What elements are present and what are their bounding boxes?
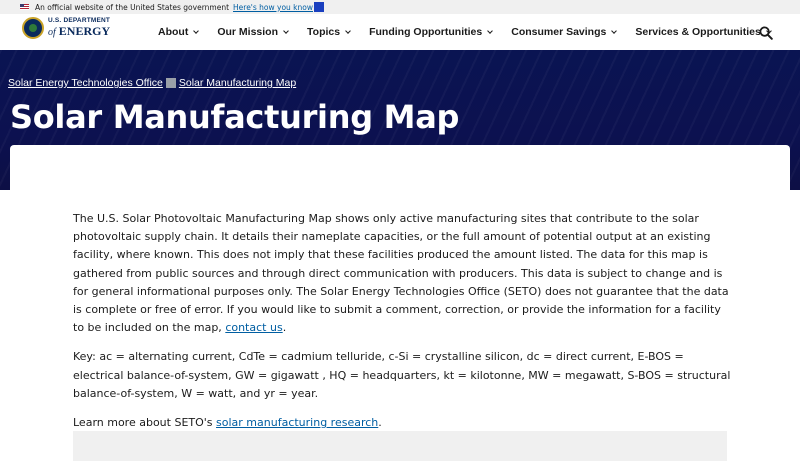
chevron-down-icon bbox=[487, 27, 494, 34]
nav-item-our-mission[interactable]: Our Mission bbox=[217, 26, 289, 38]
main-content: The U.S. Solar Photovoltaic Manufacturin… bbox=[73, 210, 733, 443]
search-icon bbox=[759, 26, 773, 40]
main-nav: About Our Mission Topics Funding Opportu… bbox=[158, 14, 790, 50]
gov-banner: An official website of the United States… bbox=[0, 0, 800, 14]
heres-how-you-know-link[interactable]: Here's how you know bbox=[233, 3, 313, 12]
search-button[interactable] bbox=[759, 25, 773, 40]
nav-item-services-opportunities[interactable]: Services & Opportunities bbox=[635, 26, 772, 38]
contact-us-link[interactable]: contact us bbox=[225, 321, 282, 334]
page-title: Solar Manufacturing Map bbox=[10, 98, 460, 136]
chevron-down-icon bbox=[611, 27, 618, 34]
key-paragraph: Key: ac = alternating current, CdTe = ca… bbox=[73, 350, 731, 400]
learn-more-end: . bbox=[378, 416, 382, 430]
expand-icon[interactable] bbox=[314, 2, 324, 12]
logo-energy: ENERGY bbox=[58, 23, 111, 38]
logo-of: of bbox=[48, 26, 56, 38]
logo-text: U.S. DEPARTMENT of ENERGY bbox=[48, 18, 110, 38]
breadcrumb-link-current[interactable]: Solar Manufacturing Map bbox=[179, 77, 296, 89]
intro-paragraph: The U.S. Solar Photovoltaic Manufacturin… bbox=[73, 210, 733, 337]
nav-item-label: Funding Opportunities bbox=[369, 26, 483, 38]
nav-item-consumer-savings[interactable]: Consumer Savings bbox=[511, 26, 618, 38]
chevron-down-icon bbox=[283, 27, 289, 34]
intro-end: . bbox=[282, 321, 287, 335]
learn-more-text: Learn more about SETO's bbox=[73, 416, 217, 430]
doe-logo[interactable]: U.S. DEPARTMENT of ENERGY bbox=[22, 17, 110, 39]
nav-item-label: Topics bbox=[307, 26, 341, 38]
nav-item-label: Our Mission bbox=[217, 26, 279, 38]
nav-item-funding-opportunities[interactable]: Funding Opportunities bbox=[369, 26, 494, 38]
solar-manufacturing-research-link[interactable]: solar manufacturing research bbox=[216, 416, 378, 429]
us-flag-icon bbox=[20, 4, 29, 10]
learn-more-paragraph: Learn more about SETO's solar manufactur… bbox=[73, 414, 733, 432]
map-embed-container bbox=[73, 431, 727, 461]
chevron-down-icon bbox=[345, 27, 351, 34]
logo-line2: of ENERGY bbox=[48, 25, 110, 38]
chevron-down-icon bbox=[193, 27, 200, 34]
nav-item-label: Services & Opportunities bbox=[635, 26, 761, 38]
nav-item-label: About bbox=[158, 26, 189, 38]
site-header: U.S. DEPARTMENT of ENERGY About Our Miss… bbox=[0, 14, 800, 50]
nav-item-about[interactable]: About bbox=[158, 26, 200, 38]
nav-item-label: Consumer Savings bbox=[511, 26, 607, 38]
nav-item-topics[interactable]: Topics bbox=[307, 26, 351, 38]
intro-text: The U.S. Solar Photovoltaic Manufacturin… bbox=[73, 212, 729, 335]
doe-seal-icon bbox=[22, 17, 44, 39]
gov-banner-text: An official website of the United States… bbox=[35, 2, 230, 12]
breadcrumb-link-seto[interactable]: Solar Energy Technologies Office bbox=[8, 77, 163, 89]
breadcrumb-separator-icon bbox=[165, 78, 176, 88]
breadcrumb: Solar Energy Technologies Office Solar M… bbox=[8, 77, 296, 89]
